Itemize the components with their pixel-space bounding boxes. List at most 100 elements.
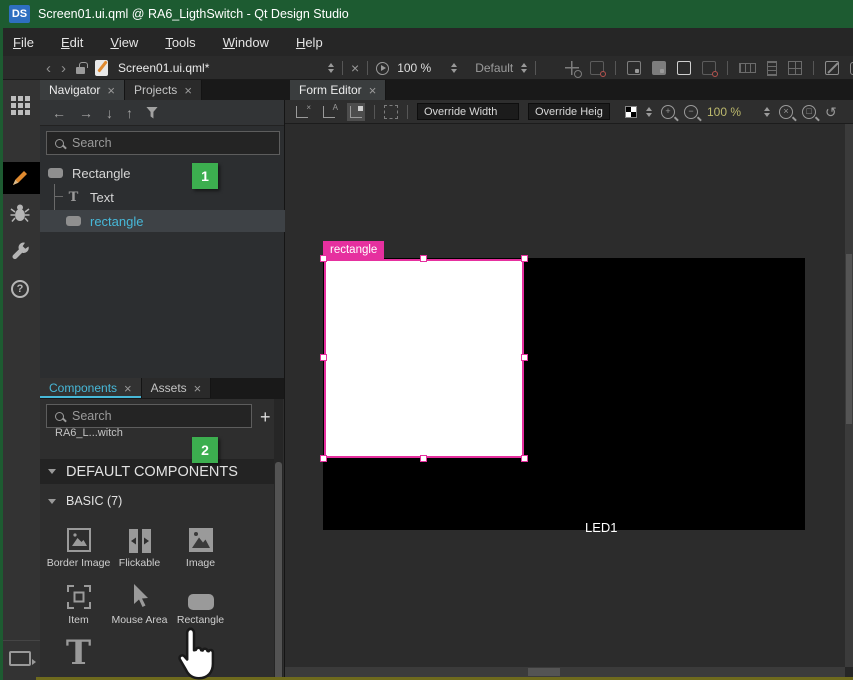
reset-view-icon[interactable]: ↺ — [825, 105, 837, 119]
frame-history-icon[interactable] — [702, 61, 716, 75]
nav-back-button[interactable]: ‹ — [46, 61, 51, 76]
move-up-icon[interactable]: ↑ — [126, 106, 133, 120]
component-image[interactable]: Image — [170, 523, 231, 569]
resize-handle[interactable] — [320, 354, 327, 361]
row-layout-icon[interactable] — [739, 63, 756, 73]
no-snapping-button[interactable]: × — [293, 103, 311, 121]
selected-rectangle[interactable] — [324, 259, 524, 458]
resize-handle[interactable] — [521, 354, 528, 361]
canvas-vertical-scrollbar[interactable] — [845, 124, 853, 667]
component-item[interactable]: Item — [48, 580, 109, 626]
close-icon[interactable]: × — [124, 381, 132, 396]
welcome-mode-button[interactable] — [0, 86, 40, 124]
edit-document-icon[interactable] — [95, 60, 108, 76]
close-icon[interactable]: × — [369, 83, 377, 98]
move-left-icon[interactable]: ← — [52, 106, 66, 120]
components-scrollbar[interactable] — [274, 399, 283, 680]
canvas-color-icon[interactable] — [625, 106, 637, 118]
scrollbar-thumb[interactable] — [275, 462, 282, 680]
frame-refresh-icon[interactable] — [590, 61, 604, 75]
component-border-image[interactable]: Border Image — [48, 523, 109, 569]
move-down-icon[interactable]: ↓ — [106, 106, 113, 120]
form-editor-canvas[interactable]: LED1 rectangle — [285, 124, 853, 667]
section-basic[interactable]: BASIC (7) — [40, 490, 277, 512]
component-text[interactable]: T — [48, 636, 109, 670]
bounding-box-icon[interactable] — [677, 61, 691, 75]
canvas-zoom-spinner[interactable] — [764, 107, 770, 117]
device-selector-button[interactable] — [0, 640, 40, 676]
scrollbar-thumb[interactable] — [528, 668, 560, 676]
close-icon[interactable]: × — [184, 83, 192, 98]
close-file-button[interactable]: × — [351, 61, 359, 75]
resize-handle[interactable] — [420, 255, 427, 262]
close-icon[interactable]: × — [107, 83, 115, 98]
scrollbar-thumb[interactable] — [846, 254, 852, 424]
tree-item-text[interactable]: T Text — [40, 186, 285, 208]
component-flickable[interactable]: Flickable — [109, 523, 170, 569]
annotation-icon[interactable] — [825, 61, 839, 75]
navigator-search[interactable] — [46, 131, 280, 155]
show-bounds-icon[interactable] — [384, 105, 398, 119]
tab-assets[interactable]: Assets × — [142, 378, 212, 398]
zoom-in-icon[interactable]: + — [661, 105, 675, 119]
tree-item-rectangle-root[interactable]: Rectangle — [40, 162, 285, 184]
current-file-name[interactable]: Screen01.ui.qml* — [118, 61, 209, 75]
resize-handle[interactable] — [320, 455, 327, 462]
menu-view[interactable]: View — [110, 35, 138, 50]
column-layout-icon[interactable] — [767, 61, 777, 76]
menu-tools[interactable]: Tools — [165, 35, 195, 50]
override-width-field[interactable] — [417, 103, 519, 120]
tools-button[interactable] — [0, 232, 40, 270]
override-height-input[interactable] — [535, 106, 603, 118]
override-width-input[interactable] — [424, 106, 512, 118]
grid-layout-icon[interactable] — [788, 61, 802, 75]
canvas-horizontal-scrollbar[interactable] — [285, 667, 845, 677]
nav-forward-button[interactable]: › — [61, 61, 66, 76]
debug-mode-button[interactable] — [0, 194, 40, 232]
tab-components[interactable]: Components × — [40, 378, 142, 398]
component-mouse-area[interactable]: Mouse Area — [109, 580, 170, 626]
file-spinner[interactable] — [328, 63, 334, 73]
design-mode-button[interactable] — [0, 162, 40, 194]
tab-navigator[interactable]: Navigator × — [40, 80, 125, 100]
menu-help[interactable]: Help — [296, 35, 323, 50]
canvas-zoom-value[interactable]: 100 % — [707, 105, 741, 119]
zoom-out-icon[interactable]: − — [684, 105, 698, 119]
run-button[interactable] — [376, 62, 389, 75]
components-search[interactable] — [46, 404, 252, 428]
export-component-icon[interactable] — [565, 61, 579, 75]
tree-item-rectangle-child[interactable]: rectangle — [40, 210, 285, 232]
search-input[interactable] — [72, 409, 243, 423]
move-right-icon[interactable]: → — [79, 106, 93, 120]
edit-mode-button[interactable] — [0, 124, 40, 162]
component-rectangle[interactable]: Rectangle — [170, 580, 231, 626]
style-spinner[interactable] — [521, 63, 527, 73]
copy-component-icon[interactable] — [627, 61, 641, 75]
clipped-category-label[interactable]: RA6_L...witch — [55, 428, 123, 440]
resize-handle[interactable] — [521, 455, 528, 462]
menu-window[interactable]: Window — [223, 35, 269, 50]
unlock-icon[interactable] — [76, 67, 85, 74]
zoom-fit-icon[interactable]: × — [779, 105, 793, 119]
snapping-button[interactable] — [347, 103, 365, 121]
search-input[interactable] — [72, 136, 271, 150]
zoom-selection-icon[interactable]: □ — [802, 105, 816, 119]
filter-icon[interactable] — [146, 107, 158, 119]
resize-handle[interactable] — [521, 255, 528, 262]
resize-handle[interactable] — [420, 455, 427, 462]
style-selector[interactable]: Default — [475, 61, 513, 75]
resize-handle[interactable] — [320, 255, 327, 262]
zoom-spinner[interactable] — [451, 63, 457, 73]
section-default-components[interactable]: DEFAULT COMPONENTS — [40, 459, 277, 484]
tab-projects[interactable]: Projects × — [125, 80, 202, 100]
help-button[interactable]: ? — [0, 270, 40, 308]
menu-edit[interactable]: Edit — [61, 35, 83, 50]
app-zoom-value[interactable]: 100 % — [397, 61, 431, 75]
close-icon[interactable]: × — [194, 381, 202, 396]
canvas-color-spinner[interactable] — [646, 107, 652, 117]
override-height-field[interactable] — [528, 103, 610, 120]
paste-component-icon[interactable] — [652, 61, 666, 75]
tab-form-editor[interactable]: Form Editor × — [290, 80, 386, 100]
menu-file[interactable]: File — [13, 35, 34, 50]
add-module-button[interactable]: + — [260, 408, 271, 426]
